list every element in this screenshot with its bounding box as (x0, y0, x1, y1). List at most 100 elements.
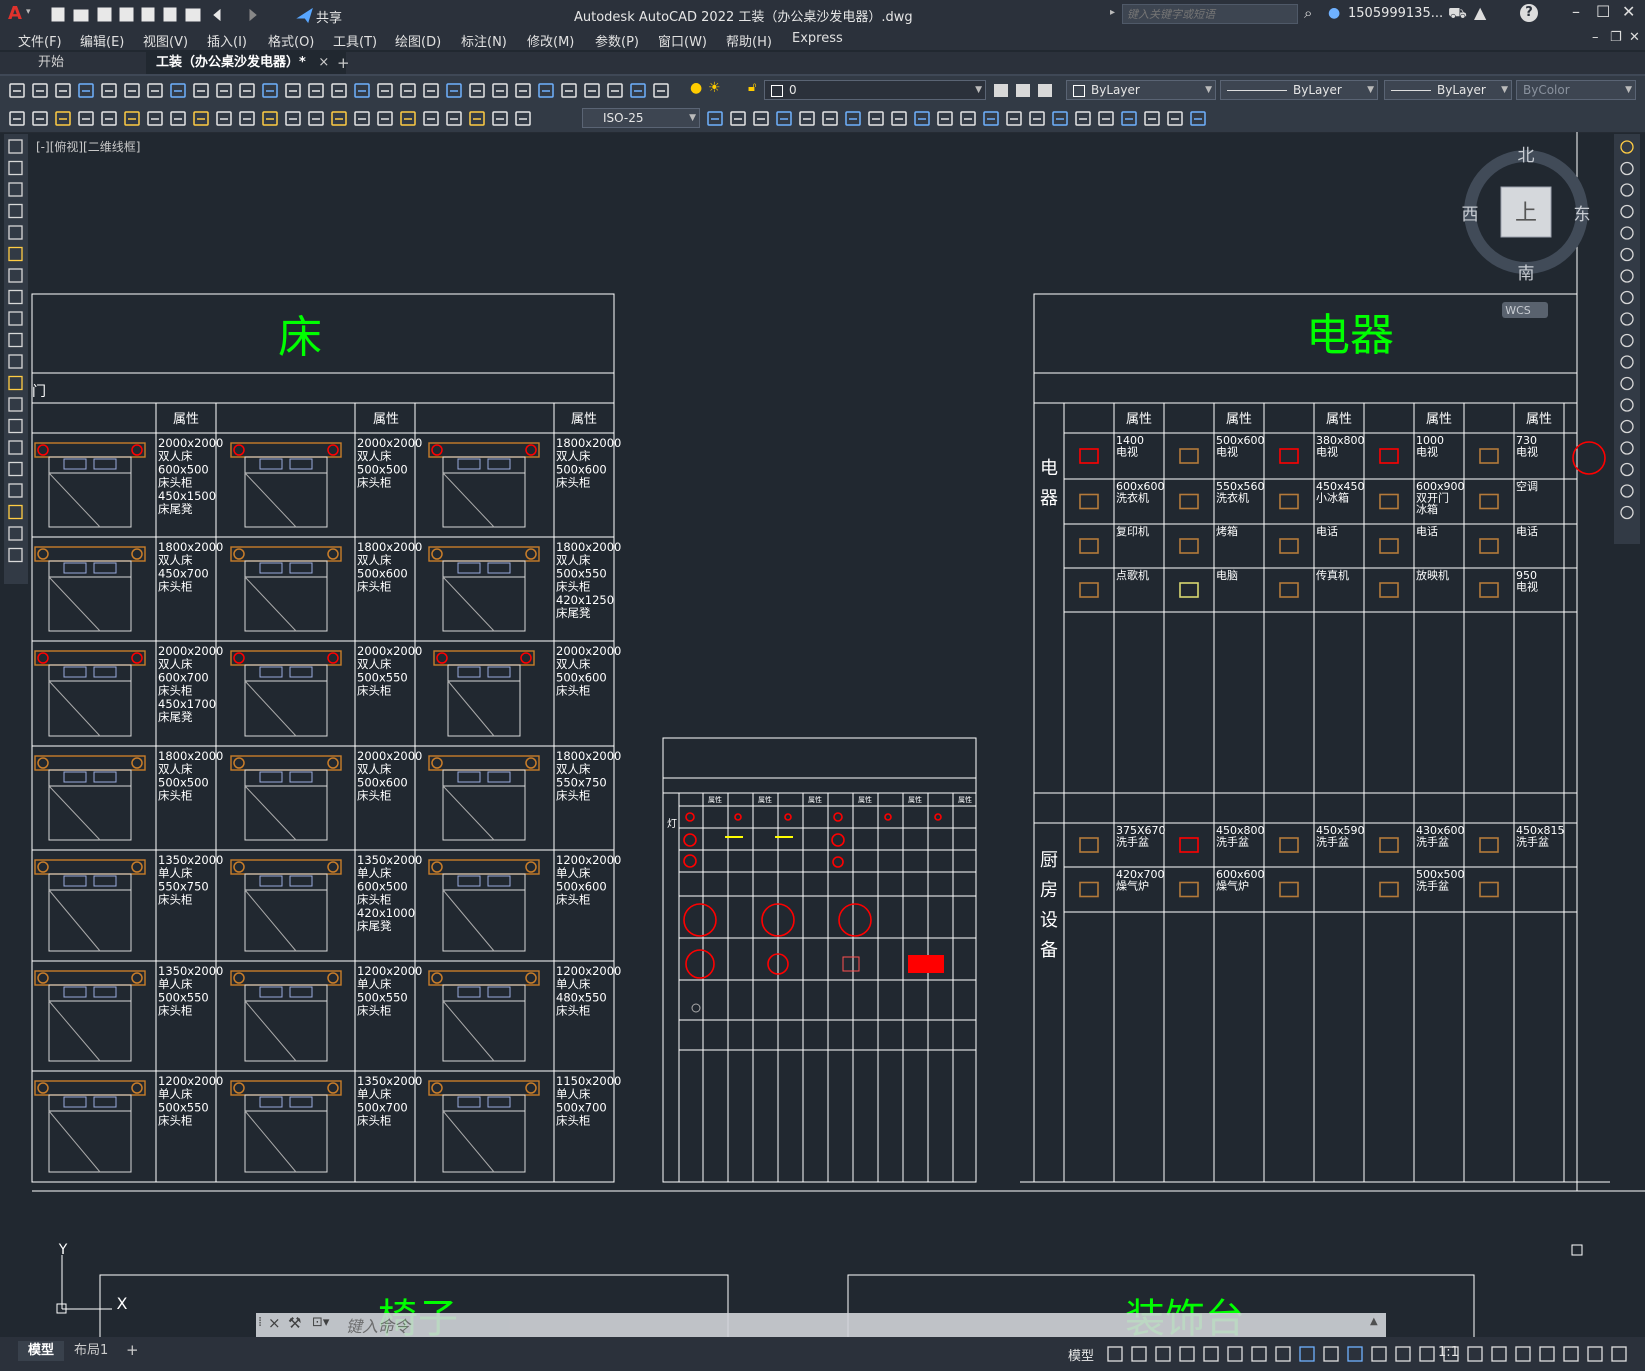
appliance-symbol[interactable] (1572, 441, 1606, 475)
status-toggle-icon-18[interactable] (1515, 1346, 1531, 1362)
fixture-symbol[interactable] (1079, 881, 1099, 898)
search-expand-icon[interactable]: ▸ (1110, 7, 1115, 18)
appliance-symbol[interactable] (1479, 582, 1499, 598)
save-as-icon[interactable] (119, 7, 134, 22)
appliance-symbol[interactable] (1179, 448, 1199, 464)
dimstyle-select[interactable]: ISO-25 ▼ (582, 108, 700, 128)
ceiling-lamp-symbol[interactable] (838, 903, 872, 937)
share-label[interactable]: 共享 (316, 7, 342, 26)
search-icon[interactable]: ⌕ (1304, 4, 1312, 22)
appliance-symbol[interactable] (1079, 582, 1099, 598)
user-name[interactable]: 1505999135... (1348, 6, 1443, 21)
appliance-symbol[interactable] (1279, 538, 1299, 554)
status-toggle-icon-6[interactable] (1227, 1346, 1243, 1362)
command-line[interactable]: ⁞ × ⚒ ⊡▾ ▲ (256, 1313, 1386, 1337)
bed-block[interactable] (230, 546, 342, 632)
status-toggle-icon-10[interactable] (1323, 1346, 1339, 1362)
layer-iso-icon[interactable] (1038, 84, 1052, 97)
ceiling-lamp-symbol[interactable] (934, 813, 942, 821)
bed-block[interactable] (230, 859, 342, 952)
command-prompt-icon[interactable]: ⊡▾ (312, 1315, 329, 1330)
bed-block[interactable] (34, 442, 146, 528)
layer-previous-icon[interactable] (1016, 84, 1030, 97)
appliance-symbol[interactable] (1479, 538, 1499, 554)
ceiling-lamp-symbol[interactable] (683, 903, 717, 937)
status-toggle-icon-3[interactable] (1155, 1346, 1171, 1362)
status-toggle-icon-17[interactable] (1491, 1346, 1507, 1362)
print-icon[interactable] (185, 8, 201, 22)
status-toggle-icon-4[interactable] (1179, 1346, 1195, 1362)
appliance-symbol[interactable] (1379, 582, 1399, 598)
menu-draw[interactable]: 绘图(D) (395, 31, 441, 50)
plot-preview-icon[interactable] (163, 7, 177, 22)
annotation-scale[interactable]: 1:1 (1438, 1345, 1459, 1360)
menu-tools[interactable]: 工具(T) (333, 31, 377, 50)
appliance-symbol[interactable] (1379, 448, 1399, 464)
downlight-symbol[interactable] (691, 1003, 701, 1013)
viewcube-south[interactable]: 南 (1518, 264, 1535, 284)
command-input[interactable] (344, 1315, 1368, 1337)
drawing-canvas[interactable]: [-][俯视][二维线框] 床门属性 属性 属性2000x2000 双人床 600x50… (0, 132, 1645, 1337)
minimize-button[interactable]: – (1572, 2, 1580, 21)
publish-icon[interactable] (141, 7, 155, 22)
undo-icon[interactable] (213, 8, 221, 22)
menu-dimension[interactable]: 标注(N) (461, 31, 507, 50)
model-space-button[interactable]: 模型 (1068, 1345, 1094, 1364)
new-tab-button[interactable]: + (337, 54, 350, 72)
status-toggle-icon-11[interactable] (1347, 1346, 1363, 1362)
bed-block[interactable] (34, 970, 146, 1062)
bed-block[interactable] (34, 546, 146, 632)
appliance-symbol[interactable] (1279, 493, 1299, 510)
appliance-symbol[interactable] (1279, 448, 1299, 464)
appliance-symbol[interactable] (1079, 493, 1099, 510)
close-button[interactable]: ✕ (1622, 2, 1635, 21)
fixture-symbol[interactable] (1279, 881, 1299, 898)
menu-file[interactable]: 文件(F) (18, 31, 62, 50)
ceiling-lamp-symbol[interactable] (833, 812, 843, 822)
command-close-icon[interactable]: × (268, 1314, 281, 1332)
status-toggle-icon-5[interactable] (1203, 1346, 1219, 1362)
tab-start[interactable]: 开始 (24, 52, 144, 74)
viewcube-north[interactable]: 北 (1518, 146, 1535, 166)
appliance-symbol[interactable] (1479, 493, 1499, 510)
open-icon[interactable] (73, 9, 89, 22)
status-toggle-icon-7[interactable] (1251, 1346, 1267, 1362)
save-icon[interactable] (97, 7, 112, 22)
status-toggle-icon-8[interactable] (1275, 1346, 1291, 1362)
autodesk-a360-icon[interactable]: ▲ (1474, 3, 1486, 22)
bed-block[interactable] (34, 755, 146, 841)
ceiling-lamp-symbol[interactable] (831, 833, 845, 847)
status-toggle-icon-19[interactable] (1539, 1346, 1555, 1362)
viewcube[interactable]: 上 北 南 东 西 WCS (1462, 146, 1591, 318)
tab-close-icon[interactable]: × (318, 55, 329, 70)
tab-drawing[interactable]: 工装（办公桌沙发电器）* × (146, 52, 346, 74)
bed-block[interactable] (428, 442, 540, 528)
ceiling-lamp-symbol[interactable] (683, 854, 697, 868)
status-toggle-icon-16[interactable] (1467, 1346, 1483, 1362)
appliance-symbol[interactable] (1179, 493, 1199, 510)
ceiling-lamp-symbol[interactable] (884, 813, 892, 821)
menu-help[interactable]: 帮助(H) (726, 31, 772, 50)
menu-parametric[interactable]: 参数(P) (595, 31, 639, 50)
grid-lamp-symbol[interactable] (842, 956, 860, 972)
viewport-label[interactable]: [-][俯视][二维线框] (36, 139, 140, 154)
layer-lock-icon[interactable]: 🔓︎ (748, 80, 756, 95)
lineweight-select[interactable]: ByLayer ▼ (1384, 80, 1512, 100)
menu-edit[interactable]: 编辑(E) (80, 31, 124, 50)
bed-block[interactable] (433, 650, 535, 737)
menu-insert[interactable]: 插入(I) (207, 31, 247, 50)
appliance-symbol[interactable] (1179, 582, 1199, 598)
command-grip-icon[interactable]: ⁞ (258, 1315, 262, 1330)
add-layout-button[interactable]: + (126, 1341, 139, 1359)
app-logo-icon[interactable]: A (8, 3, 22, 24)
layer-bulb-icon[interactable]: ● (690, 80, 702, 96)
appliance-symbol[interactable] (1379, 538, 1399, 554)
status-toggle-icon-20[interactable] (1563, 1346, 1579, 1362)
fixture-symbol[interactable] (1179, 837, 1199, 853)
appliance-symbol[interactable] (1079, 538, 1099, 554)
search-input[interactable] (1122, 4, 1298, 24)
fixture-symbol[interactable] (1179, 881, 1199, 898)
menu-format[interactable]: 格式(O) (268, 31, 314, 50)
appliance-symbol[interactable] (1379, 493, 1399, 510)
fixture-symbol[interactable] (1079, 837, 1099, 853)
